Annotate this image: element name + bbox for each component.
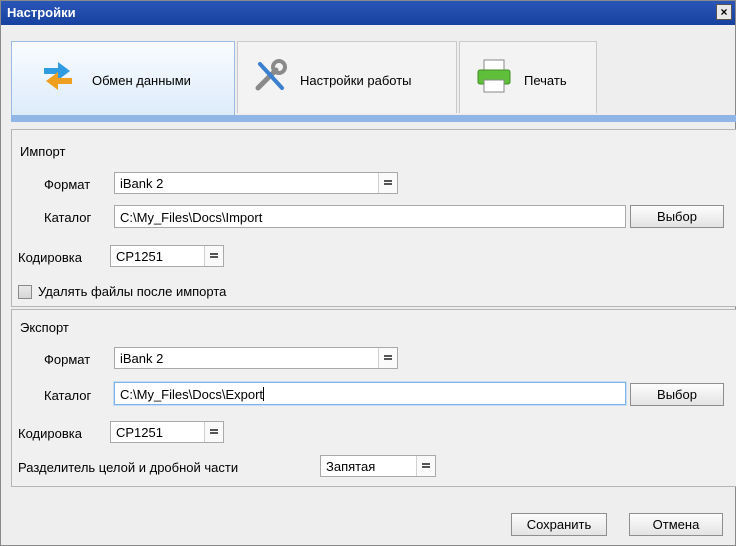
tab-work-settings[interactable]: Настройки работы xyxy=(237,41,457,113)
dropdown-icon[interactable] xyxy=(378,173,397,193)
input-value: C:\My_Files\Docs\Import xyxy=(120,210,263,225)
select-value: iBank 2 xyxy=(120,176,164,191)
import-encoding-select[interactable]: CP1251 xyxy=(110,245,224,267)
close-icon: × xyxy=(720,5,728,19)
input-text: C:\My_Files\Docs\Export xyxy=(120,387,264,402)
tab-label: Настройки работы xyxy=(300,73,412,88)
tab-data-exchange[interactable]: Обмен данными xyxy=(11,41,235,117)
settings-window: Настройки × Обмен данными Настройки рабо… xyxy=(0,0,736,546)
tab-print[interactable]: Печать xyxy=(459,41,597,113)
select-value: Запятая xyxy=(326,459,376,474)
tab-strip: Обмен данными Настройки работы Печать xyxy=(11,41,736,121)
tab-label: Печать xyxy=(524,73,567,88)
title-bar[interactable]: Настройки × xyxy=(1,1,735,25)
text-caret xyxy=(263,387,265,401)
delete-files-checkbox[interactable] xyxy=(18,285,32,299)
separator-label: Разделитель целой и дробной части xyxy=(18,460,239,475)
encoding-label: Кодировка xyxy=(18,426,82,441)
printer-icon xyxy=(477,59,511,93)
cancel-button[interactable]: Отмена xyxy=(629,513,723,536)
import-section: Импорт Формат iBank 2 Каталог C:\My_File… xyxy=(11,129,736,307)
dropdown-icon[interactable] xyxy=(204,422,223,442)
input-value: C:\My_Files\Docs\Export xyxy=(120,387,265,402)
tab-label: Обмен данными xyxy=(92,73,191,88)
select-value: CP1251 xyxy=(116,249,163,264)
select-value: iBank 2 xyxy=(120,351,164,366)
import-format-select[interactable]: iBank 2 xyxy=(114,172,398,194)
section-title: Импорт xyxy=(20,144,66,159)
export-format-select[interactable]: iBank 2 xyxy=(114,347,398,369)
save-button[interactable]: Сохранить xyxy=(511,513,607,536)
window-title: Настройки xyxy=(7,5,76,20)
tab-underline xyxy=(11,115,736,122)
export-browse-button[interactable]: Выбор xyxy=(630,383,724,406)
import-catalog-input[interactable]: C:\My_Files\Docs\Import xyxy=(114,205,626,228)
catalog-label: Каталог xyxy=(44,210,92,225)
catalog-label: Каталог xyxy=(44,388,92,403)
section-title: Экспорт xyxy=(20,320,69,335)
dropdown-icon[interactable] xyxy=(416,456,435,476)
decimal-separator-select[interactable]: Запятая xyxy=(320,455,436,477)
wrench-screwdriver-icon xyxy=(255,59,287,91)
exchange-arrows-icon xyxy=(44,62,72,90)
format-label: Формат xyxy=(44,177,91,192)
close-button[interactable]: × xyxy=(716,4,732,20)
export-catalog-input[interactable]: C:\My_Files\Docs\Export xyxy=(114,382,626,405)
dropdown-icon[interactable] xyxy=(204,246,223,266)
encoding-label: Кодировка xyxy=(18,250,82,265)
dropdown-icon[interactable] xyxy=(378,348,397,368)
delete-files-label: Удалять файлы после импорта xyxy=(38,284,227,299)
import-browse-button[interactable]: Выбор xyxy=(630,205,724,228)
export-section: Экспорт Формат iBank 2 Каталог C:\My_Fil… xyxy=(11,309,736,487)
format-label: Формат xyxy=(44,352,91,367)
export-encoding-select[interactable]: CP1251 xyxy=(110,421,224,443)
select-value: CP1251 xyxy=(116,425,163,440)
